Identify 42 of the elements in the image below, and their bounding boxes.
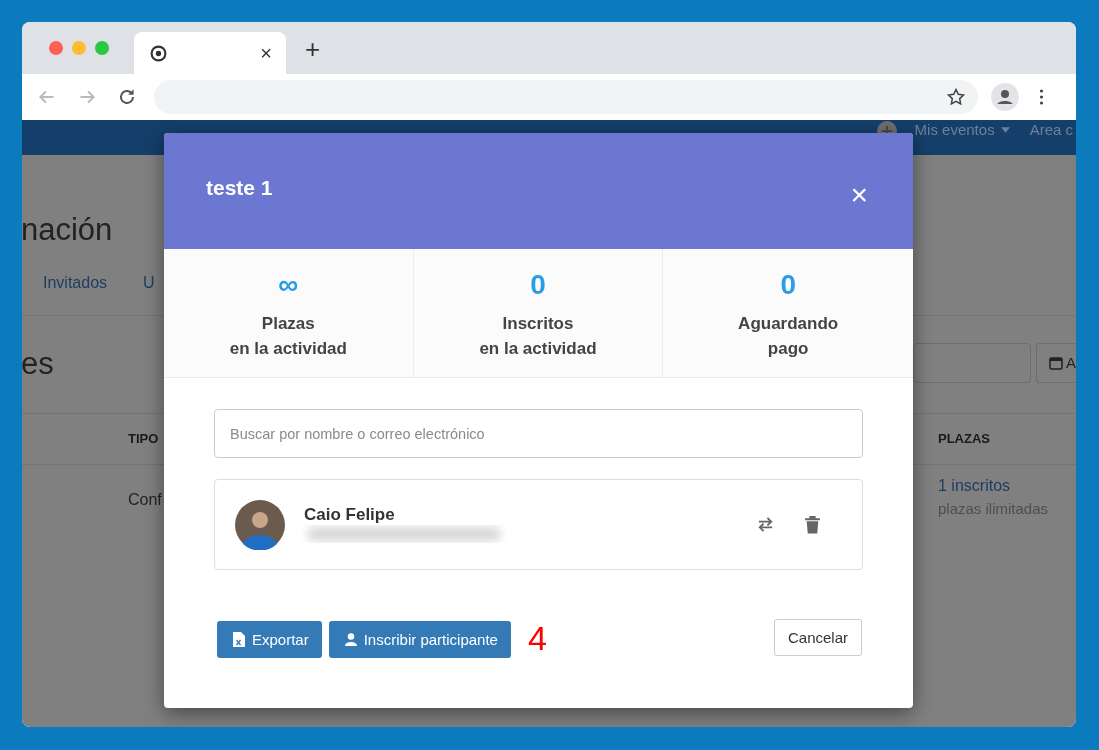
page-tab[interactable]: U (143, 274, 155, 292)
step-number: 4 (527, 619, 547, 658)
column-header: TIPO (128, 431, 159, 446)
close-button[interactable]: × (850, 178, 868, 212)
stat-label: Plazas en la actividad (229, 313, 347, 360)
swap-icon[interactable] (756, 515, 775, 534)
table-cell: Conf (128, 491, 162, 509)
participant-name: Caio Felipe (304, 504, 396, 525)
stat-value: ∞ (278, 269, 299, 302)
menu-icon[interactable] (1039, 89, 1044, 105)
maximize-window-button[interactable] (95, 41, 109, 55)
user-icon (344, 632, 357, 647)
close-window-button[interactable] (49, 41, 63, 55)
search-field[interactable]: Buscar por nombre o correo electrónico (214, 409, 863, 458)
favicon-icon (150, 44, 167, 62)
profile-icon[interactable] (991, 83, 1019, 111)
section-title: es (22, 345, 54, 382)
new-tab-button[interactable]: + (305, 33, 321, 65)
stat-value: 0 (530, 269, 546, 302)
caret-icon (1000, 126, 1010, 133)
enrolled-link[interactable]: 1 inscritos (938, 477, 1049, 495)
stat-label: Aguardando pago (738, 313, 839, 360)
date-button[interactable]: A (1036, 342, 1076, 383)
nav-link[interactable]: Area c (1029, 121, 1073, 138)
modal-title: teste 1 (206, 176, 273, 200)
tab-close-button[interactable]: × (260, 41, 272, 65)
column-header: PLAZAS (938, 431, 990, 446)
browser-tab[interactable]: × (134, 32, 286, 74)
stat-value: 0 (780, 269, 796, 302)
trash-icon[interactable] (803, 515, 822, 534)
nav-dropdown[interactable]: Mis eventos (914, 121, 1010, 138)
page-tab[interactable]: Invitados (43, 274, 108, 292)
cancel-button[interactable]: Cancelar (773, 619, 862, 656)
enroll-button[interactable]: Inscribir participante (328, 621, 511, 658)
file-icon (233, 632, 245, 647)
page-heading: nación (22, 212, 113, 248)
stat-label: Inscritos en la actividad (479, 313, 597, 360)
export-button[interactable]: Exportar (217, 621, 322, 658)
filter-field[interactable] (913, 342, 1031, 383)
bookmark-star-icon[interactable] (946, 87, 966, 107)
avatar (235, 499, 285, 550)
calendar-icon (1049, 355, 1063, 370)
